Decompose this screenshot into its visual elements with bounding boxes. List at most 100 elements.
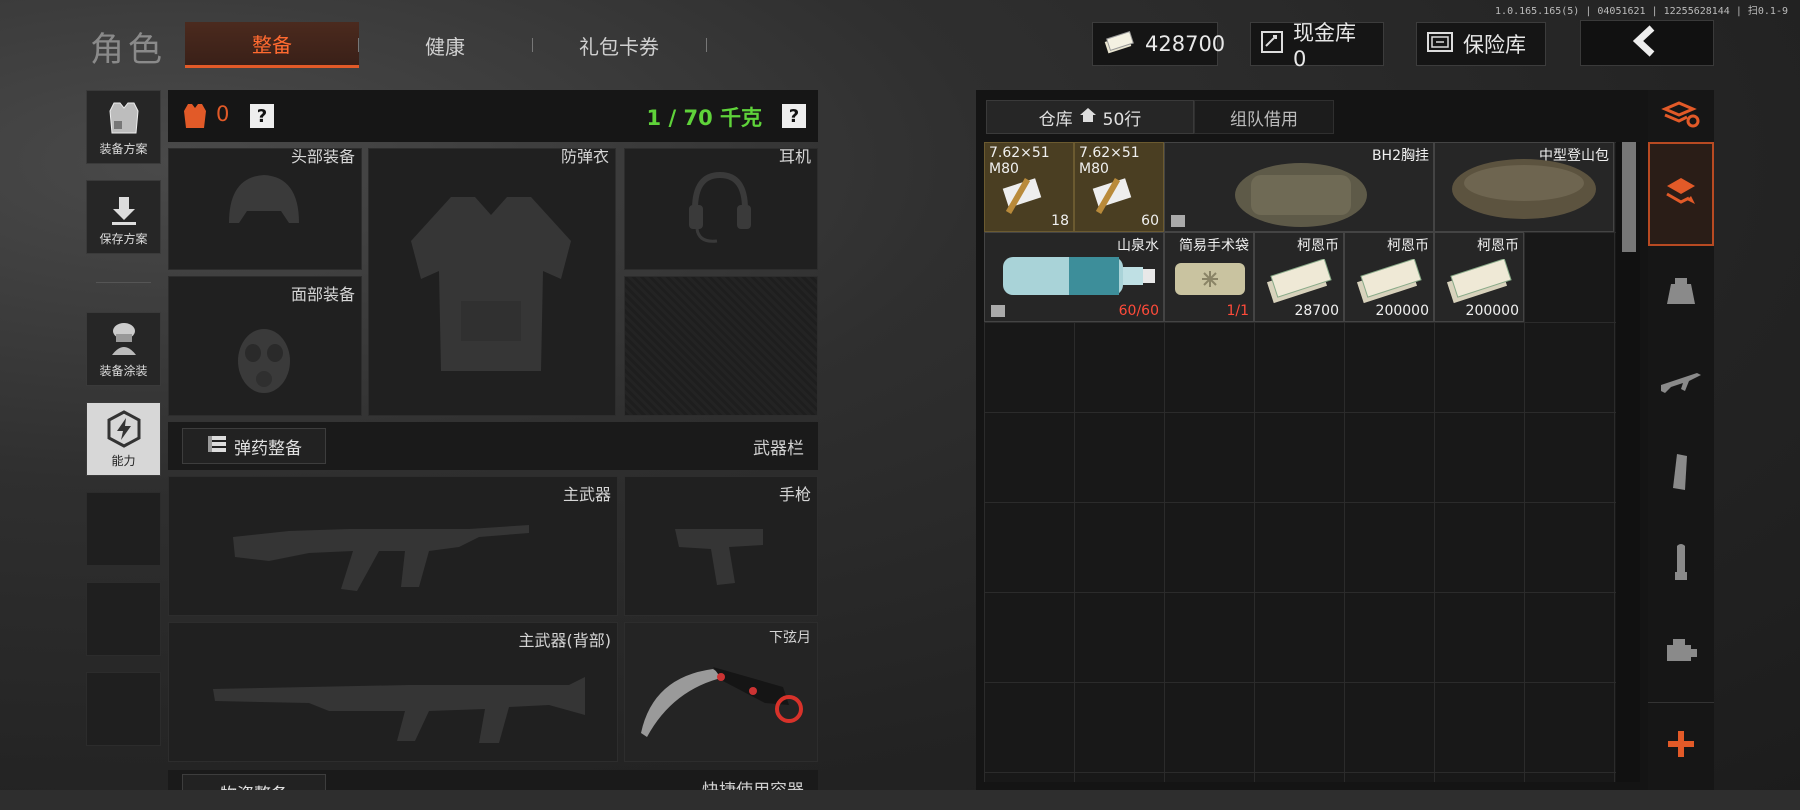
item-name: 柯恩币 <box>1297 238 1339 254</box>
equipment-header: 0 ? 1 / 70 千克 ? <box>168 90 818 142</box>
sidebar-item-equipment-skin[interactable]: 装备涂装 <box>86 312 161 386</box>
weight-indicator: 1 / 70 千克 <box>646 106 762 130</box>
rig-tag-icon <box>1171 215 1185 227</box>
safe-box-label: 保险库 <box>1463 33 1526 57</box>
pistol-slot[interactable]: 手枪 <box>624 476 818 616</box>
rifle-icon <box>1659 367 1703 401</box>
ammo-loadout-button[interactable]: 弹药整备 <box>182 428 326 464</box>
stash-grid: 7.62×51 M80 18 7.62×51 M80 60 BH2胸挂 中型登山… <box>984 142 1616 782</box>
sidebar-empty-slot <box>86 582 161 656</box>
cash-icon <box>1103 29 1135 60</box>
headset-icon <box>689 171 751 243</box>
supplies-loadout-label: 物资整备 <box>220 780 288 791</box>
slot-label: 主武器(背部) <box>518 631 612 650</box>
slot-label: 面部装备 <box>290 285 355 304</box>
item-count: 200000 <box>1375 303 1429 319</box>
slot-label: 手枪 <box>778 485 811 504</box>
help-button[interactable]: ? <box>250 104 274 128</box>
water-tag-icon <box>991 305 1005 317</box>
bottom-strip <box>0 790 1800 810</box>
bullet-icon <box>1669 542 1693 586</box>
cash-vault-button[interactable]: 现金库 0 <box>1250 21 1384 71</box>
chest-rig-icon <box>1235 163 1367 227</box>
supplies-loadout-button[interactable]: 物资整备 <box>182 774 326 790</box>
item-count: 200000 <box>1465 303 1519 319</box>
weapons-section-label: 武器栏 <box>753 439 804 459</box>
body-armor-slot[interactable]: 防弹衣 <box>368 148 616 416</box>
lightning-hex-icon <box>104 409 144 452</box>
backpack-icon <box>1663 274 1699 314</box>
item-name: BH2胸挂 <box>1371 148 1429 164</box>
filter-magazines[interactable] <box>1648 430 1714 518</box>
head-gear-slot[interactable]: 头部装备 <box>168 148 362 270</box>
safe-icon <box>1427 31 1453 57</box>
home-icon <box>1079 107 1097 128</box>
stash-item-chest-rig[interactable]: BH2胸挂 <box>1164 142 1434 232</box>
stash-item-cash[interactable]: 柯恩币 200000 <box>1434 232 1524 322</box>
water-bottle-icon <box>1003 257 1155 295</box>
stash-panel: 仓库 50行 组队借用 7.62×51 M80 18 7.62×51 M80 6… <box>976 90 1648 790</box>
ammo-stack-icon <box>206 434 228 459</box>
stash-item-cash[interactable]: 柯恩币 28700 <box>1254 232 1344 322</box>
safe-box-button[interactable]: 保险库 <box>1416 22 1546 66</box>
tab-loadout[interactable]: 整备 <box>185 22 359 68</box>
filter-attachments[interactable] <box>1648 610 1714 698</box>
quick-use-label: 快捷使用容器 <box>702 776 804 790</box>
sidebar-item-label: 保存方案 <box>99 232 148 246</box>
sidebar-item-label: 装备涂装 <box>99 364 148 378</box>
ammo-box-icon <box>1092 178 1132 214</box>
sidebar-empty-slot <box>86 492 161 566</box>
sidebar-divider <box>96 282 151 283</box>
pistol-icon <box>675 529 763 585</box>
item-name: 简易手术袋 <box>1179 238 1249 254</box>
tab-warehouse-label: 仓库 <box>1038 109 1073 130</box>
stash-item-ammo[interactable]: 7.62×51 M80 18 <box>984 142 1074 232</box>
item-name: 柯恩币 <box>1477 238 1519 254</box>
sidebar-item-loadout-plan[interactable]: 装备方案 <box>86 90 161 164</box>
tab-team-borrow[interactable]: 组队借用 <box>1194 100 1334 134</box>
face-gear-slot[interactable]: 面部装备 <box>168 276 362 416</box>
melee-slot[interactable]: 下弦月 <box>624 622 818 762</box>
scrollbar-thumb[interactable] <box>1622 142 1636 252</box>
filter-rifles[interactable] <box>1648 340 1714 428</box>
primary-weapon-slot[interactable]: 主武器 <box>168 476 618 616</box>
stash-item-water[interactable]: 山泉水 60/60 <box>984 232 1164 322</box>
backpack-slot[interactable] <box>624 276 818 416</box>
sidebar-item-label: 能力 <box>111 454 136 468</box>
top-bar: 角色 整备 健康 礼包卡券 428700 现金库 0 保险库 <box>0 0 1800 76</box>
cash-vault-label: 现金库 0 <box>1293 21 1356 71</box>
stash-item-cash[interactable]: 柯恩币 200000 <box>1344 232 1434 322</box>
filter-backpacks[interactable] <box>1648 250 1714 338</box>
all-items-icon <box>1661 99 1701 133</box>
primary-weapon-back-slot[interactable]: 主武器(背部) <box>168 622 618 762</box>
sidebar-item-ability[interactable]: 能力 <box>86 402 161 476</box>
sidebar-item-save-plan[interactable]: 保存方案 <box>86 180 161 254</box>
item-count: 28700 <box>1294 303 1339 319</box>
filter-ammo[interactable] <box>1648 520 1714 608</box>
stash-item-surgical-kit[interactable]: 简易手术袋 1/1 <box>1164 232 1254 322</box>
item-count: 60/60 <box>1118 303 1159 319</box>
back-button[interactable] <box>1580 20 1714 66</box>
headset-slot[interactable]: 耳机 <box>624 148 818 270</box>
filter-stash[interactable] <box>1648 142 1714 246</box>
soldier-skin-icon <box>104 319 144 362</box>
stash-item-ammo[interactable]: 7.62×51 M80 60 <box>1074 142 1164 232</box>
ammo-box-icon <box>1002 178 1042 214</box>
stash-item-backpack[interactable]: 中型登山包 <box>1434 142 1614 232</box>
tab-health[interactable]: 健康 <box>358 22 532 68</box>
category-filter-column <box>1648 90 1714 790</box>
sidebar-empty-slot <box>86 672 161 746</box>
slot-label: 主武器 <box>562 485 611 504</box>
add-category-button[interactable] <box>1648 702 1714 788</box>
tab-divider <box>706 38 707 52</box>
tab-warehouse[interactable]: 仓库 50行 <box>986 100 1194 134</box>
item-count: 18 <box>1051 213 1069 229</box>
weight-help-button[interactable]: ? <box>782 104 806 128</box>
filter-all[interactable] <box>1648 90 1714 142</box>
stash-scrollbar[interactable] <box>1616 142 1640 782</box>
surgical-kit-icon <box>1175 263 1245 295</box>
magazine-icon <box>1669 452 1693 496</box>
money-display: 428700 <box>1092 22 1225 66</box>
armor-count: 0 <box>216 102 230 126</box>
tab-gift-coupons[interactable]: 礼包卡券 <box>532 22 706 68</box>
